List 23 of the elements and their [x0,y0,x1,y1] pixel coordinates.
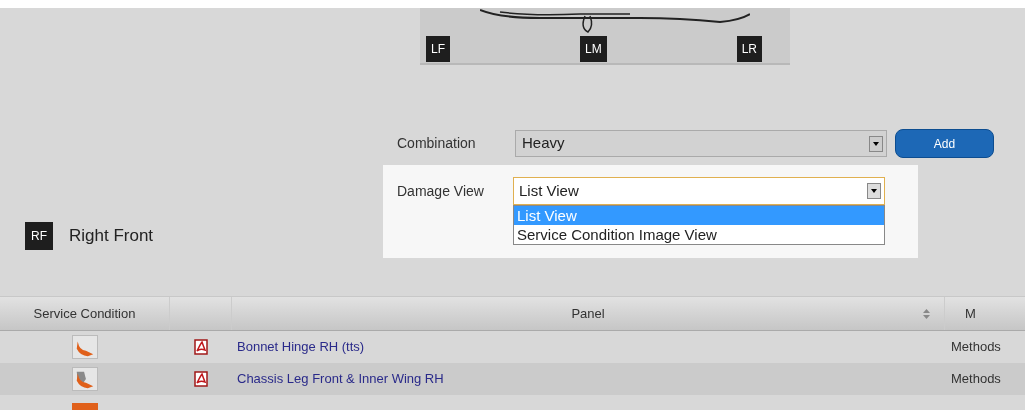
column-header[interactable]: Panel [232,297,945,330]
dropdown-option[interactable]: Service Condition Image View [514,225,884,244]
damage-icon [72,367,98,391]
column-header[interactable]: Service Condition [0,297,170,330]
position-marker[interactable]: LF [426,36,450,62]
panel-link[interactable]: Chassis Leg Front & Inner Wing RH [232,369,945,389]
pdf-icon[interactable] [194,371,208,387]
add-button[interactable]: Add [895,129,994,158]
damage-view-label: Damage View [397,182,485,201]
damage-icon [72,403,98,410]
position-marker[interactable]: LR [736,36,762,62]
column-header[interactable]: M [945,297,1025,330]
combination-select[interactable]: Heavy [515,130,887,157]
combination-label: Combination [397,134,477,153]
table-cell-text: Methods [950,370,1001,389]
pdf-icon[interactable] [194,339,208,355]
section-title: Right Front [69,225,154,248]
damage-icon [72,335,98,359]
position-badge: RF [25,222,53,250]
damage-view-select[interactable]: List View [513,177,885,205]
position-marker[interactable]: LM [580,36,607,62]
table-cell-text: Methods [950,338,1001,357]
panel-link[interactable]: Bonnet Hinge RH (tts) [232,337,945,357]
